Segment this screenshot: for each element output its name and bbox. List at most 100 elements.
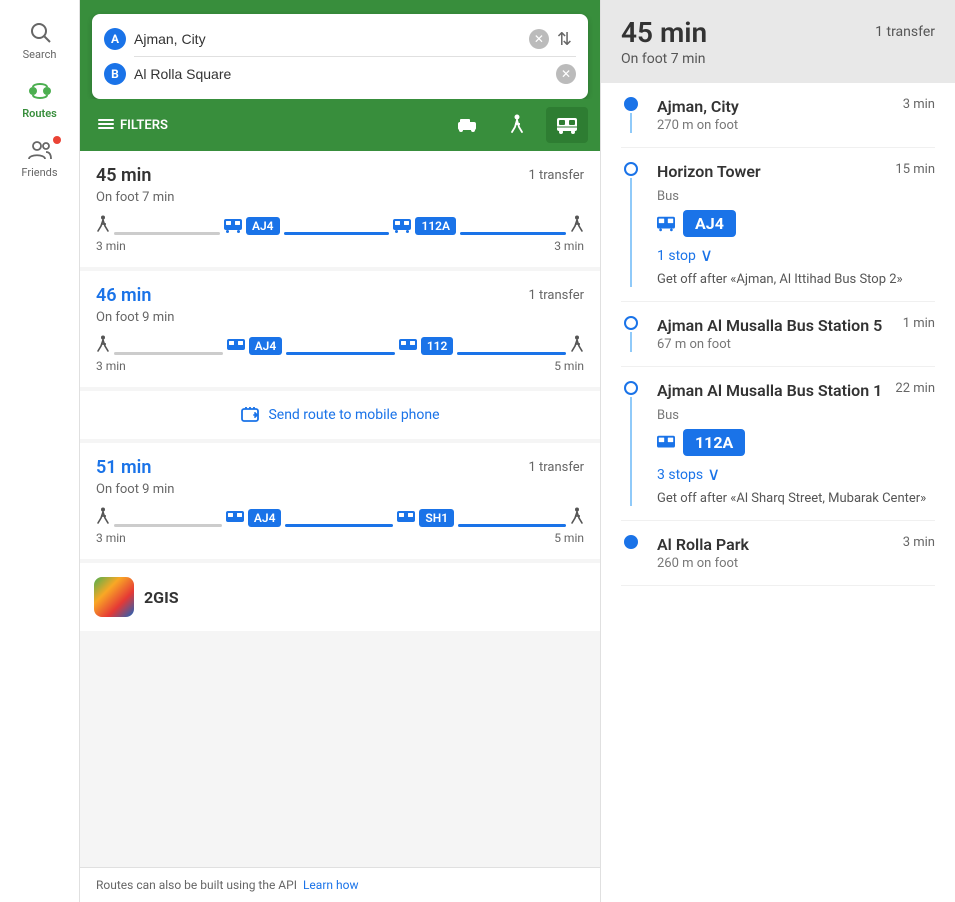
dot-col-musalla1 [621,381,641,506]
search-box-area: A ✕ ⇅ B ✕ [80,0,600,99]
search-to-row: B ✕ [104,59,576,89]
route-3-time: 51 min [96,457,151,478]
transport-tab-walk[interactable] [496,107,538,143]
route-1-time-right: 3 min [554,239,584,253]
swap-button[interactable]: ⇅ [553,29,576,50]
route-2-time-left: 3 min [96,359,126,373]
bus-icon-2a [227,337,245,355]
route-1-time: 45 min [96,165,151,186]
filters-button[interactable]: FILTERS [92,114,174,137]
timeline-stop-horizon: Horizon Tower 15 min Bus [621,148,935,302]
bus-icon-1a [224,217,242,235]
stop-horizon-header: Horizon Tower 15 min [657,162,935,181]
search-from-row: A ✕ ⇅ [104,24,576,54]
stop-rolla-park-content: Al Rolla Park 3 min 260 m on foot [657,535,935,571]
stop-rolla-park-name: Al Rolla Park [657,535,749,554]
dot-rolla-park [624,535,638,549]
route-3-header: 51 min 1 transfer [96,457,584,478]
clear-to-button[interactable]: ✕ [556,64,576,84]
bottom-bar-text: Routes can also be built using the API [96,878,297,892]
walk-icon-3a [96,507,110,527]
2gis-label: 2GIS [144,588,179,607]
clear-from-button[interactable]: ✕ [529,29,549,49]
route-1-foot: On foot 7 min [96,190,584,205]
timeline-stop-rolla-park: Al Rolla Park 3 min 260 m on foot [621,521,935,586]
bus-label-musalla1: Bus [657,408,935,423]
search-from-input[interactable] [134,31,529,47]
dot-a [624,97,638,111]
bus-badge-aj4: AJ4 [683,210,736,237]
search-card: A ✕ ⇅ B ✕ [92,14,588,99]
dot-col-horizon [621,162,641,287]
sidebar-item-search[interactable]: Search [0,10,79,69]
route-2-bar-bus1 [286,352,395,355]
filter-lines-icon [98,119,114,131]
stop-musalla1-time: 22 min [895,381,935,396]
timeline-stop-musalla5: Ajman Al Musalla Bus Station 5 1 min 67 … [621,302,935,367]
route-3-time-right: 5 min [554,531,584,545]
stop-a-sub: 270 m on foot [657,118,935,133]
search-to-input[interactable] [134,66,556,82]
route-3-steps: AJ4 SH1 [96,507,584,527]
transport-tab-bus[interactable] [546,107,588,143]
route-card-1[interactable]: 45 min 1 transfer On foot 7 min [80,151,600,267]
stop-musalla5-name: Ajman Al Musalla Bus Station 5 [657,316,882,335]
dot-col-rolla-park [621,535,641,571]
routes-list: 45 min 1 transfer On foot 7 min [80,151,600,867]
sidebar-item-friends[interactable]: Friends [0,128,79,187]
route-3-bus-tag-aj4: AJ4 [248,509,282,527]
route-1-bar-bus2 [460,232,566,235]
route-3-bar-bus2 [458,524,566,527]
stops-toggle-horizon[interactable]: 1 stop ∨ [657,245,935,266]
stop-horizon-time: 15 min [895,162,935,177]
stop-rolla-park-header: Al Rolla Park 3 min [657,535,935,554]
route-2-time-right: 5 min [554,359,584,373]
route-card-3[interactable]: 51 min 1 transfer On foot 9 min [80,443,600,559]
bus-icon-3b [397,509,415,527]
line-horizon [630,178,632,287]
sidebar-item-routes[interactable]: Routes [0,69,79,128]
bus-icon-2b [399,337,417,355]
timeline: Ajman, City 3 min 270 m on foot Horizon … [601,83,955,902]
send-route-button[interactable]: Send route to mobile phone [80,391,600,439]
route-1-transfers: 1 transfer [528,168,584,183]
route-3-bar-walk [114,524,222,527]
route-2-bar-bus2 [457,352,566,355]
route-2-time: 46 min [96,285,151,306]
bottom-bar: Routes can also be built using the API L… [80,867,600,902]
marker-b: B [104,63,126,85]
route-2-steps: AJ4 112 [96,335,584,355]
stop-musalla5-header: Ajman Al Musalla Bus Station 5 1 min [657,316,935,335]
timeline-stop-a: Ajman, City 3 min 270 m on foot [621,83,935,148]
line-musalla1 [630,397,632,506]
left-panel: A ✕ ⇅ B ✕ FILTERS [80,0,600,902]
bus-badge-row-horizon: AJ4 [657,210,935,237]
api-banner: 2GIS [80,563,600,631]
route-3-time-left: 3 min [96,531,126,545]
stop-musalla5-sub: 67 m on foot [657,337,935,352]
learn-how-link[interactable]: Learn how [303,878,359,892]
stop-musalla1-header: Ajman Al Musalla Bus Station 1 22 min [657,381,935,400]
stops-count-musalla1: 3 stops [657,467,703,483]
detail-foot: On foot 7 min [621,51,707,67]
route-card-2[interactable]: 46 min 1 transfer On foot 9 min [80,271,600,387]
transport-tab-car[interactable] [446,107,488,143]
friends-badge [53,136,61,144]
bus-label-horizon: Bus [657,189,935,204]
get-off-horizon: Get off after «Ajman, Al Ittihad Bus Sto… [657,272,935,287]
send-route-label: Send route to mobile phone [268,407,439,423]
stops-toggle-musalla1[interactable]: 3 stops ∨ [657,464,935,485]
sidebar-friends-label: Friends [21,166,57,179]
dot-col-musalla5 [621,316,641,352]
stop-horizon-name: Horizon Tower [657,162,761,181]
detail-header: 45 min On foot 7 min 1 transfer [601,0,955,83]
bus-icon-horizon [657,215,675,233]
stop-musalla1-name: Ajman Al Musalla Bus Station 1 [657,381,882,400]
routes-icon [26,77,54,105]
logo-2gis [94,577,134,617]
dot-horizon [624,162,638,176]
get-off-musalla1: Get off after «Al Sharq Street, Mubarak … [657,491,935,506]
route-1-timing: 3 min 3 min [96,239,584,253]
dot-musalla1 [624,381,638,395]
route-2-bus-tag-112: 112 [421,337,454,355]
